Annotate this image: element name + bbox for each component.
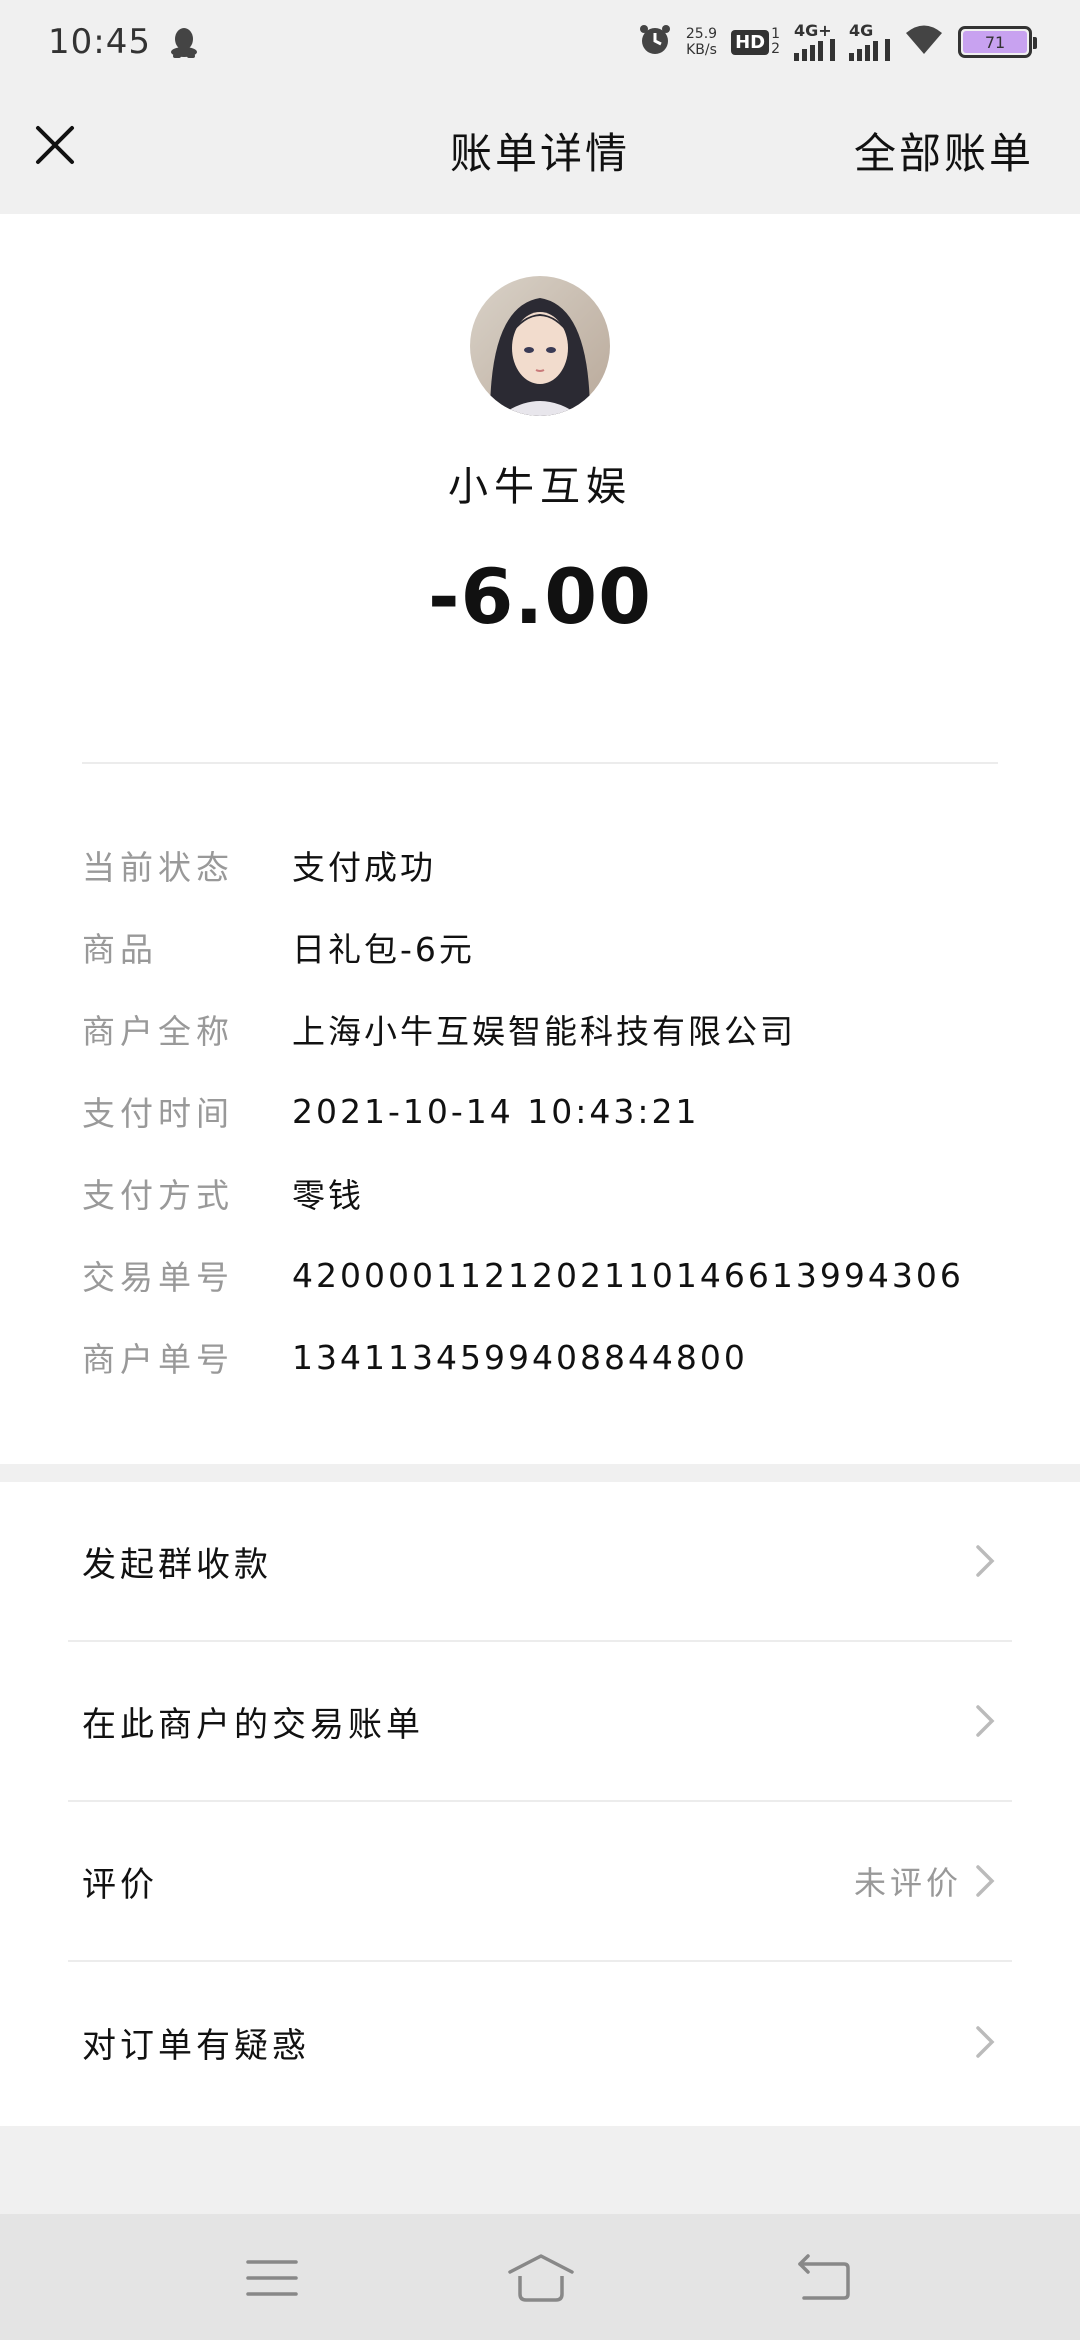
detail-label: 商户单号	[82, 1340, 234, 1379]
detail-value: 支付成功	[292, 848, 436, 887]
chevron-right-icon	[972, 1701, 998, 1741]
detail-label: 支付时间	[82, 1094, 234, 1133]
chevron-right-icon	[972, 1541, 998, 1581]
hd-sub-top: 1	[771, 26, 780, 42]
detail-label: 交易单号	[82, 1258, 234, 1297]
action-merchant-bills[interactable]: 在此商户的交易账单	[68, 1642, 1012, 1802]
action-label: 评价	[82, 1864, 158, 1905]
system-nav-bar	[0, 2214, 1080, 2340]
action-label: 发起群收款	[82, 1544, 272, 1585]
action-order-question[interactable]: 对订单有疑惑	[68, 1962, 1012, 2122]
detail-label: 支付方式	[82, 1176, 234, 1215]
detail-row-status: 当前状态 支付成功	[82, 824, 1002, 906]
divider	[82, 762, 998, 764]
status-time: 10:45	[48, 22, 151, 62]
detail-row-merchant-fullname: 商户全称 上海小牛互娱智能科技有限公司	[82, 988, 1002, 1070]
speed-value: 25.9	[685, 26, 718, 42]
review-status: 未评价	[853, 1864, 962, 1902]
qq-icon	[169, 25, 199, 59]
detail-label: 商品	[82, 930, 158, 969]
status-bar: 10:45 25.9 KB/s HD 1 2 4G+ 4G 71	[0, 0, 1080, 84]
home-icon[interactable]	[506, 2250, 576, 2306]
merchant-name: 小牛互娱	[448, 464, 632, 510]
detail-row-transaction-id: 交易单号 4200001121202110146613994306	[82, 1234, 1002, 1316]
action-review[interactable]: 评价 未评价	[68, 1802, 1012, 1962]
action-group-collect[interactable]: 发起群收款	[68, 1482, 1012, 1642]
battery-icon: 71	[958, 26, 1037, 58]
hd-sub-bottom: 2	[771, 41, 780, 57]
detail-value: 日礼包-6元	[292, 930, 475, 969]
hd-indicator: HD 1 2	[731, 27, 780, 57]
detail-value: 1341134599408844800	[292, 1337, 748, 1377]
detail-label: 商户全称	[82, 1012, 234, 1051]
alarm-icon	[638, 23, 672, 61]
all-bills-link[interactable]: 全部账单	[854, 120, 1034, 181]
speed-unit: KB/s	[686, 42, 717, 58]
detail-row-pay-time: 支付时间 2021-10-14 10:43:21	[82, 1070, 1002, 1152]
detail-row-pay-method: 支付方式 零钱	[82, 1152, 1002, 1234]
detail-row-merchant-order-id: 商户单号 1341134599408844800	[82, 1316, 1002, 1398]
detail-row-product: 商品 日礼包-6元	[82, 906, 1002, 988]
payment-amount: -6.00	[427, 552, 653, 641]
detail-value: 2021-10-14 10:43:21	[292, 1091, 700, 1131]
signal-4gplus: 4G+	[794, 21, 835, 61]
bill-summary-card: 小牛互娱 -6.00 当前状态 支付成功 商品 日礼包-6元 商户全称 上海小牛…	[0, 214, 1080, 1464]
detail-value: 上海小牛互娱智能科技有限公司	[292, 1012, 796, 1051]
network-speed: 25.9 KB/s	[686, 26, 717, 58]
merchant-avatar	[470, 276, 610, 416]
detail-value: 零钱	[292, 1176, 364, 1215]
signal-label: 4G	[849, 21, 874, 40]
chevron-right-icon	[972, 1861, 998, 1901]
back-icon[interactable]	[794, 2250, 854, 2306]
signal-4g: 4G	[849, 21, 890, 61]
action-label: 对订单有疑惑	[82, 2025, 310, 2066]
detail-label: 当前状态	[82, 848, 234, 887]
hd-label: HD	[731, 29, 770, 55]
nav-bar: 账单详情 全部账单	[0, 84, 1080, 214]
action-list: 发起群收款 在此商户的交易账单 评价 未评价 对订单有疑惑	[0, 1482, 1080, 2126]
chevron-right-icon	[972, 2022, 998, 2062]
signal-label: 4G+	[794, 21, 832, 40]
action-label: 在此商户的交易账单	[82, 1704, 424, 1745]
bill-details: 当前状态 支付成功 商品 日礼包-6元 商户全称 上海小牛互娱智能科技有限公司 …	[82, 824, 1002, 1398]
battery-level: 71	[963, 31, 1027, 53]
detail-value: 4200001121202110146613994306	[292, 1255, 964, 1295]
wifi-icon	[904, 24, 944, 60]
close-icon[interactable]	[30, 120, 80, 170]
menu-icon[interactable]	[242, 2250, 302, 2306]
